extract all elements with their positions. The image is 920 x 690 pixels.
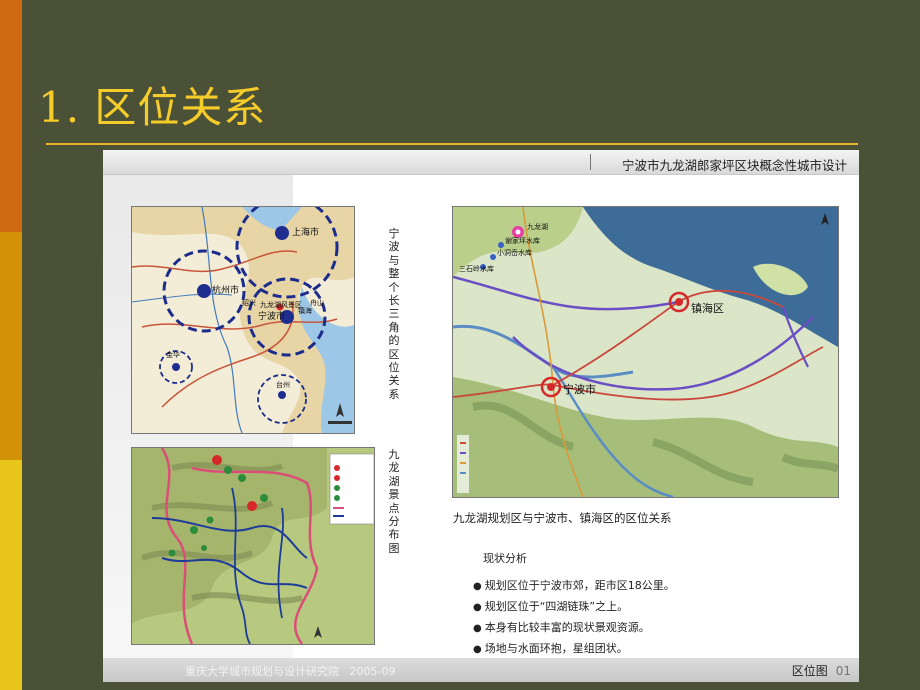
jiulong-area-label: 九龙湖风景区 (260, 300, 302, 309)
analysis-item: 本身有比较丰富的现状景观资源。 (473, 619, 675, 640)
analysis-item: 规划区位于“四湖链珠”之上。 (473, 598, 675, 619)
jiulong-lake-label: 九龙湖 (527, 222, 548, 231)
analysis-item: 规划区位于宁波市郊，距市区18公里。 (473, 577, 675, 598)
yangtze-map-caption: 宁波与整个长三角的区位关系 (388, 227, 400, 401)
jinhua-label: 金华 (166, 350, 180, 359)
header-divider (590, 154, 591, 170)
accent-bar-yellow (0, 460, 22, 690)
zhoushan-label: 舟山 (310, 298, 324, 307)
hangzhou-label: 杭州市 (212, 284, 239, 296)
zhenhai-map-label: 镇海区 (691, 301, 724, 315)
analysis-list: 规划区位于宁波市郊，距市区18公里。 规划区位于“四湖链珠”之上。 本身有比较丰… (473, 577, 675, 661)
location-map-caption: 九龙湖规划区与宁波市、镇海区的区位关系 (453, 511, 672, 525)
taizhou-label: 台州 (276, 380, 290, 389)
footer-date: 2005-09 (349, 665, 396, 678)
ningbo-map-label: 宁波市 (563, 382, 596, 396)
sheet-header-title: 宁波市九龙湖郎家坪区块概念性城市设计 (621, 158, 847, 173)
sheet-footer: 重庆大学城市规划与设计研究院 2005-09 区位图 01 (103, 658, 859, 682)
footer-organization: 重庆大学城市规划与设计研究院 2005-09 (185, 663, 395, 679)
zhenhai-label: 镇海 (298, 306, 312, 315)
accent-bar-amber (0, 232, 22, 460)
sanshi-reservoir-label: 三石岭水库 (459, 264, 494, 273)
scenic-spots-map (131, 447, 375, 645)
status-analysis: 现状分析 规划区位于宁波市郊，距市区18公里。 规划区位于“四湖链珠”之上。 本… (473, 550, 675, 661)
footer-sheet-number: 01 (835, 664, 851, 678)
drawing-sheet: 宁波市九龙湖郎家坪区块概念性城市设计 上海市 杭州市 宁波市 九龙湖风景区 舟山… (103, 150, 859, 682)
footer-sheet-name: 区位图 (791, 664, 828, 678)
slide-title: 1. 区位关系 (38, 83, 267, 132)
analysis-title: 现状分析 (483, 552, 527, 565)
shanghai-label: 上海市 (292, 226, 319, 238)
xiejiawu-reservoir-label: 谢家坪水库 (505, 236, 540, 245)
footer-org-name: 重庆大学城市规划与设计研究院 (185, 665, 339, 678)
title-underline (46, 143, 858, 145)
yangtze-delta-map: 上海市 杭州市 宁波市 九龙湖风景区 舟山 镇海 绍兴 台州 金华 (131, 206, 355, 434)
footer-sheet-id: 区位图 01 (792, 662, 851, 679)
scenic-map-caption: 九龙湖景点分布图 (388, 448, 400, 555)
shaoxing-label: 绍兴 (242, 298, 256, 307)
location-map: 镇海区 宁波市 九龙湖 谢家坪水库 小洞岙水库 三石岭水库 (452, 206, 839, 498)
xiaodong-reservoir-label: 小洞岙水库 (497, 248, 532, 257)
ningbo-label: 宁波市 (258, 310, 285, 322)
sheet-header: 宁波市九龙湖郎家坪区块概念性城市设计 (103, 150, 859, 175)
accent-bar-orange (0, 0, 22, 232)
